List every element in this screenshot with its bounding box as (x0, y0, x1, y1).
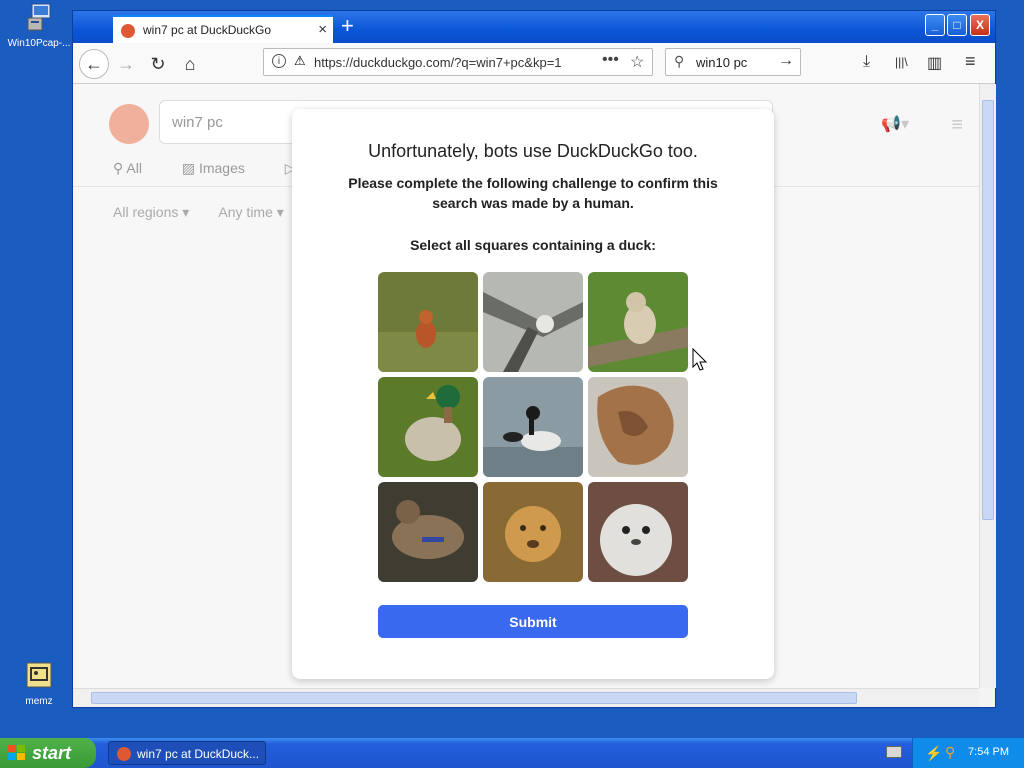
url-bar[interactable]: i ⚠ https://duckduckgo.com/?q=win7+pc&kp… (263, 48, 653, 76)
installer-icon (27, 3, 51, 31)
library-icon[interactable]: |||\ (895, 55, 908, 69)
challenge-instruction: Select all squares containing a duck: (410, 237, 656, 253)
duckduckgo-logo-icon[interactable] (109, 104, 149, 144)
info-icon[interactable]: i (272, 54, 286, 68)
clock: 7:54 PM (968, 746, 1009, 758)
ddg-filters: All regions ▾ Any time ▾ (113, 204, 310, 221)
taskbar: start win7 pc at DuckDuck... ⚡ ⚲ 7:54 PM (0, 738, 1024, 768)
keyboard-icon[interactable] (886, 746, 902, 758)
browser-tab[interactable]: win7 pc at DuckDuckGo × (113, 15, 333, 43)
sidebar-icon[interactable]: ▥ (927, 53, 942, 73)
ddg-menu-icon[interactable]: ≡ (951, 114, 963, 137)
url-text[interactable]: https://duckduckgo.com/?q=win7+pc&kp=1 (314, 55, 574, 70)
bot-challenge-modal: Unfortunately, bots use DuckDuckGo too. … (292, 109, 774, 679)
vertical-scrollbar[interactable] (979, 84, 996, 688)
tile-seal[interactable] (588, 482, 688, 582)
monkey-image (378, 272, 478, 372)
tab-close-button[interactable]: × (318, 21, 327, 38)
tile-mallard-duck[interactable] (378, 377, 478, 477)
maximize-button[interactable]: □ (947, 14, 967, 36)
tab-images[interactable]: ▨ Images (182, 160, 263, 176)
challenge-heading: Unfortunately, bots use DuckDuckGo too. (368, 141, 698, 161)
lynx-image (588, 272, 688, 372)
start-button[interactable]: start (0, 738, 96, 768)
region-filter[interactable]: All regions ▾ (113, 204, 189, 220)
challenge-message: Please complete the following challenge … (348, 175, 718, 211)
lion-cub-image (483, 482, 583, 582)
ducks-water-image (483, 377, 583, 477)
megaphone-icon[interactable]: 📢▾ (881, 114, 909, 134)
desktop-icon-win10pcap[interactable]: Win10Pcap-... (4, 2, 74, 49)
insecure-lock-icon[interactable]: ⚠ (294, 53, 306, 69)
close-window-button[interactable]: X (970, 14, 990, 36)
reload-button[interactable]: ↻ (145, 51, 171, 77)
forward-button[interactable]: → (113, 51, 139, 77)
search-go-button[interactable]: → (778, 52, 794, 70)
bird-branches-image (483, 272, 583, 372)
dried-object-image (588, 377, 688, 477)
tile-dried-object[interactable] (588, 377, 688, 477)
tile-lion-cub[interactable] (483, 482, 583, 582)
home-button[interactable]: ⌂ (177, 51, 203, 77)
back-button[interactable]: ← (79, 49, 109, 79)
taskbar-item-label: win7 pc at DuckDuck... (137, 747, 260, 761)
submit-button[interactable]: Submit (378, 605, 688, 638)
tile-monkey[interactable] (378, 272, 478, 372)
seal-image (588, 482, 688, 582)
mallard-duck-image (378, 377, 478, 477)
tab-all[interactable]: ⚲ All (113, 160, 160, 176)
vertical-scroll-thumb[interactable] (982, 100, 994, 520)
minimize-button[interactable]: _ (925, 14, 945, 36)
duckduckgo-favicon-icon (117, 747, 131, 761)
search-bar[interactable]: ⚲ win10 pc → (665, 48, 801, 76)
duckduckgo-favicon-icon (121, 24, 135, 38)
mouse-cursor-icon (692, 348, 708, 371)
tile-lynx[interactable] (588, 272, 688, 372)
system-tray: ⚡ ⚲ 7:54 PM (912, 738, 1024, 768)
program-icon (26, 662, 52, 688)
female-duck-image (378, 482, 478, 582)
title-bar: win7 pc at DuckDuckGo × + _ □ X (73, 11, 995, 43)
tab-title: win7 pc at DuckDuckGo (143, 23, 272, 37)
tile-bird-branches[interactable] (483, 272, 583, 372)
start-label: start (32, 743, 72, 763)
tile-ducks-water[interactable] (483, 377, 583, 477)
time-filter[interactable]: Any time ▾ (218, 204, 283, 220)
download-icon[interactable]: ⤓ (863, 53, 870, 71)
hamburger-menu-icon[interactable]: ≡ (965, 51, 976, 72)
ddg-search-query[interactable]: win7 pc (172, 114, 223, 131)
page-actions-button[interactable]: ••• (602, 51, 619, 69)
network-icon[interactable]: ⚡ (925, 745, 942, 762)
challenge-image-grid (378, 272, 688, 582)
search-input[interactable]: win10 pc (696, 55, 747, 70)
desktop-icon-label: Win10Pcap-... (7, 38, 71, 49)
search-icon: ⚲ (674, 53, 685, 69)
search-tray-icon[interactable]: ⚲ (945, 744, 955, 761)
horizontal-scrollbar[interactable] (73, 688, 979, 707)
desktop-icon-memz[interactable]: memz (4, 660, 74, 707)
windows-logo-icon (8, 745, 25, 760)
horizontal-scroll-thumb[interactable] (91, 692, 857, 704)
tile-female-duck[interactable] (378, 482, 478, 582)
navigation-toolbar: ← → ↻ ⌂ i ⚠ https://duckduckgo.com/?q=wi… (73, 43, 995, 84)
desktop-icon-label: memz (25, 696, 53, 707)
taskbar-item-firefox[interactable]: win7 pc at DuckDuck... (108, 741, 266, 765)
bookmark-star-icon[interactable]: ☆ (630, 52, 644, 72)
new-tab-button[interactable]: + (341, 13, 354, 39)
